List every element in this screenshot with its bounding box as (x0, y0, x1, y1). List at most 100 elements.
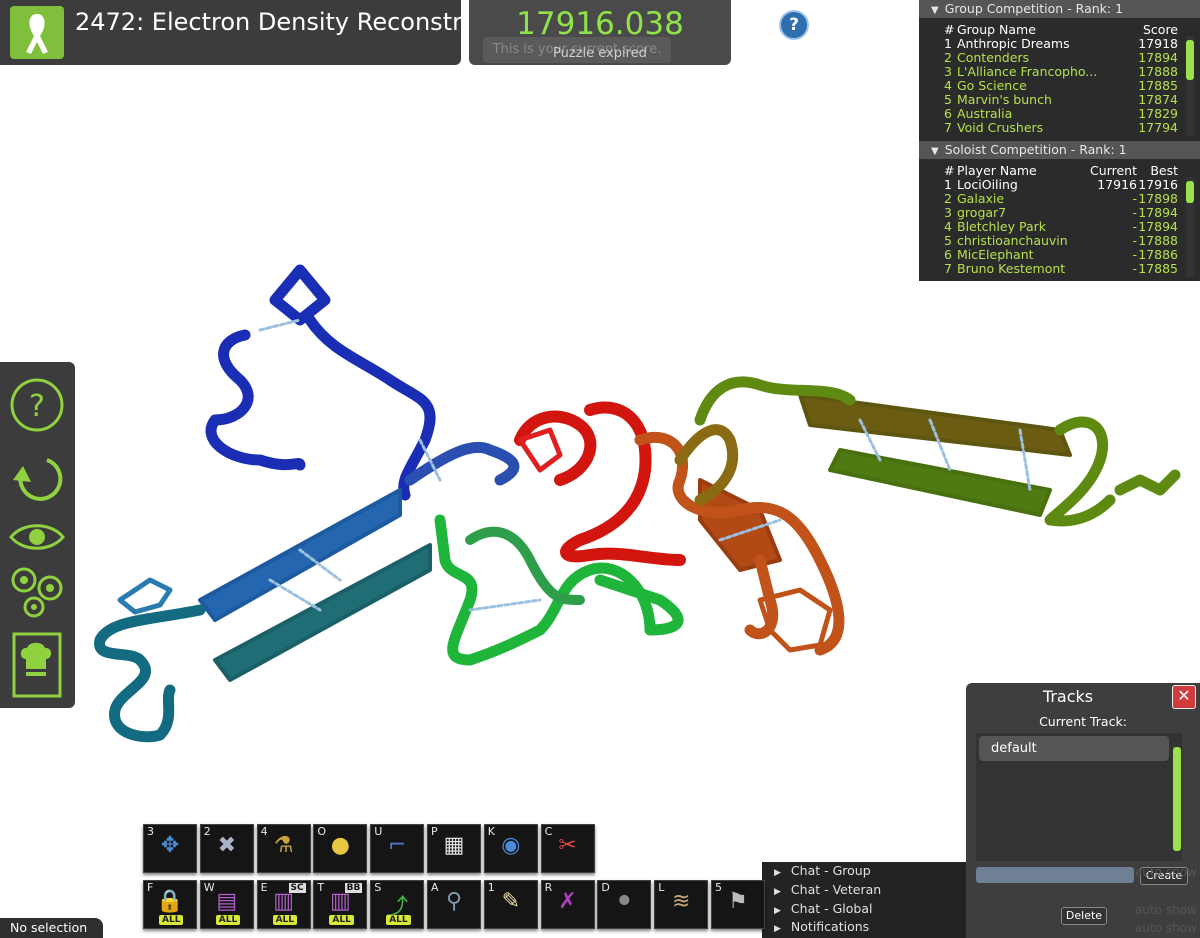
disable-band-tool-button[interactable]: D ⚫ (597, 880, 652, 929)
current-score: - (1132, 233, 1137, 248)
backbone-segment-teal (94, 604, 206, 743)
group-score: 17874 (1138, 92, 1178, 107)
soloist-scrollbar[interactable] (1186, 177, 1194, 277)
hbond (268, 578, 322, 612)
soloist-competition-header[interactable]: ▼ Soloist Competition - Rank: 1 (919, 141, 1200, 159)
group-score: 17918 (1138, 36, 1178, 51)
left-toolbar: ? (0, 362, 75, 708)
chat-global-row[interactable]: ▶ Chat - Global (774, 900, 872, 918)
tweak-tool-button[interactable]: U ⌐ (370, 824, 425, 873)
auto-show-toggle[interactable]: auto show (1135, 865, 1197, 879)
undo-icon[interactable] (8, 447, 66, 507)
tweak-icon: ⌐ (387, 833, 407, 858)
entry-name: Bruno Kestemont (957, 261, 1066, 276)
globe-icon: ◉ (501, 833, 521, 858)
shake-icon: ⚗ (273, 833, 294, 858)
track-item-default[interactable]: default (979, 736, 1169, 761)
chat-veteran-row[interactable]: ▶ Chat - Veteran (774, 881, 881, 899)
group-score: 17888 (1138, 64, 1178, 79)
group-competition-header[interactable]: ▼ Group Competition - Rank: 1 (919, 0, 1200, 18)
entry-name: Anthropic Dreams (957, 36, 1070, 51)
group-score: 17885 (1138, 78, 1178, 93)
freeze-all-tool-button[interactable]: F 🔒 ALL (143, 880, 197, 929)
group-competition-list: 1 Anthropic Dreams 17918 2 Contenders 17894 3 L… (919, 37, 1200, 135)
scroll-thumb[interactable] (1186, 181, 1194, 203)
selection-status: No selection (0, 918, 103, 938)
score-value: 17916.038 (516, 6, 684, 42)
leaderboard-row[interactable]: 3 L'Alliance Francopho... 17888 (919, 65, 1200, 79)
leaderboard-row[interactable]: 4 Bletchley Park -17894 (919, 220, 1200, 234)
shake-all-tool-button[interactable]: S ⤴ ALL (370, 880, 425, 929)
chat-group-row[interactable]: ▶ Chat - Group (774, 862, 871, 880)
leaderboard-row[interactable]: 5 Marvin's bunch 17874 (919, 93, 1200, 107)
track-name-input[interactable] (976, 867, 1134, 883)
mutate-tool-button[interactable]: A ⚲ (427, 880, 481, 929)
scroll-thumb[interactable] (1173, 747, 1181, 851)
notifications-row[interactable]: ▶ Notifications (774, 918, 869, 936)
auto-show-toggle[interactable]: auto show (1135, 903, 1197, 917)
rank: 5 (944, 92, 952, 107)
entry-name: Void Crushers (957, 120, 1044, 135)
view-icon[interactable] (8, 517, 66, 557)
leaderboard-row[interactable]: 7 Void Crushers 17794 (919, 121, 1200, 135)
cut-tool-button[interactable]: C ✂ (540, 824, 595, 873)
group-scrollbar[interactable] (1186, 36, 1194, 136)
notes-tool-button[interactable]: 1 ✎ (483, 880, 538, 929)
help-icon[interactable]: ? (8, 377, 66, 433)
leaderboard-row[interactable]: 2 Galaxie -17898 (919, 192, 1200, 206)
leaderboard-row[interactable]: 1 LociOiling 17916 17916 (919, 178, 1200, 192)
score-panel: This is your current score. 17916.038 Pu… (469, 0, 731, 65)
delete-track-button[interactable]: Delete (1061, 907, 1107, 925)
hbond (468, 598, 542, 612)
ribbon-icon[interactable] (10, 6, 64, 59)
current-track-label: Current Track: (1039, 714, 1127, 729)
cut-icon: ✂ (558, 833, 577, 858)
leaderboard-row[interactable]: 2 Contenders 17894 (919, 51, 1200, 65)
backbone-all-tool-button[interactable]: T ▥ BB ALL (313, 880, 368, 929)
entry-name: MicElephant (957, 247, 1034, 262)
remove-band-icon: ✗ (558, 889, 577, 914)
leaderboard-row[interactable]: 3 grogar7 -17894 (919, 206, 1200, 220)
cookbook-icon[interactable] (8, 630, 66, 702)
leaderboard-row[interactable]: 1 Anthropic Dreams 17918 (919, 37, 1200, 51)
leaderboard-row[interactable]: 7 Bruno Kestemont -17885 (919, 262, 1200, 276)
puzzle-title: 2472: Electron Density Reconstr... (75, 8, 483, 36)
help-button[interactable]: ? (779, 10, 809, 40)
globe-tool-button[interactable]: K ◉ (483, 824, 538, 873)
best-score: 17898 (1138, 191, 1178, 206)
current-score: - (1132, 205, 1137, 220)
freeze-all-icon: 🔒 (156, 889, 184, 914)
sheet-olive-2 (828, 448, 1052, 517)
leaderboard-row[interactable]: 6 Australia 17829 (919, 107, 1200, 121)
settings-gears-icon[interactable] (8, 562, 66, 622)
wiggle-all-tool-button[interactable]: W ▤ ALL (199, 880, 254, 929)
leaderboard-row[interactable]: 5 christioanchauvin -17888 (919, 234, 1200, 248)
sheet-teal (213, 543, 432, 682)
shake-tool-button[interactable]: 4 ⚗ (256, 824, 311, 873)
leaderboard-row[interactable]: 4 Go Science 17885 (919, 79, 1200, 93)
puzzle-title-bar: 2472: Electron Density Reconstr... (0, 0, 483, 65)
remove-band-tool-button[interactable]: R ✗ (540, 880, 595, 929)
auto-show-toggle[interactable]: auto show (1135, 921, 1197, 935)
rank: 7 (944, 120, 952, 135)
rebuild-tool-button[interactable]: O ● (313, 824, 368, 873)
tracks-scrollbar[interactable] (1173, 735, 1181, 855)
contact-map-tool-button[interactable]: P ▦ (427, 824, 481, 873)
entry-name: Galaxie (957, 191, 1005, 206)
leaderboard-row[interactable]: 6 MicElephant -17886 (919, 248, 1200, 262)
tracks-list[interactable]: default (976, 733, 1182, 861)
tools-tool-button[interactable]: 2 ✖ (199, 824, 254, 873)
recipe-tool-button[interactable]: 5 ⚑ (711, 880, 765, 929)
collapse-triangle-icon[interactable]: ▼ (931, 146, 939, 157)
group-score: 17894 (1138, 50, 1178, 65)
move-tool-button[interactable]: 3 ✥ (143, 824, 197, 873)
scroll-thumb[interactable] (1186, 40, 1194, 80)
expand-triangle-icon: ▶ (774, 887, 781, 897)
collapse-triangle-icon[interactable]: ▼ (931, 5, 939, 16)
density-icon: ≋ (671, 889, 691, 914)
close-icon[interactable]: ✕ (1172, 685, 1196, 709)
backbone-segment-olive (694, 376, 1181, 527)
density-tool-button[interactable]: L ≋ (654, 880, 709, 929)
rank: 3 (944, 205, 952, 220)
sidechain-all-tool-button[interactable]: E ▥ SC ALL (256, 880, 311, 929)
